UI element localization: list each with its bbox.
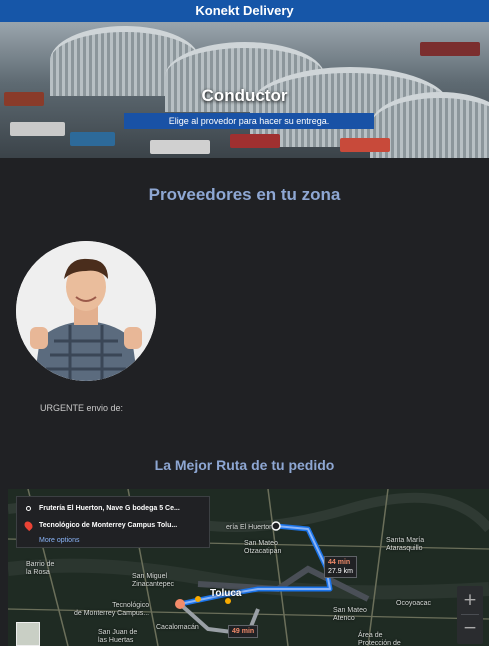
map-label-otzacatipan: San Mateo Otzacatipan xyxy=(244,540,282,555)
map-label-juan: San Juan de las Huertas xyxy=(98,629,138,644)
map-label-cacalomacan: Cacalomacán xyxy=(156,624,199,631)
hero-banner: Conductor Elige al provedor para hacer s… xyxy=(0,22,489,158)
urgent-label: URGENTE envio de: xyxy=(40,403,124,413)
eta-primary-time: 44 min xyxy=(328,559,351,566)
map-label-area: Área de Protección de xyxy=(358,632,401,646)
eta-primary[interactable]: 44 min 27.9 km xyxy=(324,556,357,578)
eta-secondary[interactable]: 49 min xyxy=(228,625,259,638)
map-label-barrio: Barrio de la Rosa xyxy=(26,561,55,576)
hero-subtitle: Elige al provedor para hacer su entrega. xyxy=(124,113,374,129)
truck xyxy=(420,42,480,56)
map-label-ocoyoacac: Ocoyoacac xyxy=(396,600,432,607)
destination-pin-icon xyxy=(22,519,35,532)
map-layer-thumbnail[interactable] xyxy=(16,622,40,646)
map-label-huerton: ería El Huerton xyxy=(226,524,274,531)
truck xyxy=(150,140,210,154)
truck xyxy=(230,134,280,148)
truck xyxy=(10,122,65,136)
truck xyxy=(340,138,390,152)
eta-primary-distance: 27.9 km xyxy=(328,568,353,575)
zoom-controls: + − xyxy=(457,586,483,644)
person-photo xyxy=(16,241,156,381)
zoom-out-button[interactable]: − xyxy=(457,615,483,643)
route-directions-box[interactable]: Frutería El Huerton, Nave G bodega 5 Ce.… xyxy=(16,496,210,548)
app-header: Konekt Delivery xyxy=(0,0,489,22)
map-label-zinacantepec: San Miguel Zinacantepec xyxy=(132,573,175,588)
route-destination[interactable]: Tecnológico de Monterrey Campus Tolu... xyxy=(39,522,177,529)
provider-avatar[interactable] xyxy=(16,241,156,381)
eta-secondary-time: 49 min xyxy=(232,628,255,635)
map-label-toluca: Toluca xyxy=(210,588,242,599)
hero-title: Conductor xyxy=(201,86,288,105)
map-label-atenco: San Mateo Atenco xyxy=(333,607,367,622)
map-label-santa-maria: Santa María Atarasquillo xyxy=(386,537,425,552)
truck xyxy=(70,132,115,146)
providers-heading: Proveedores en tu zona xyxy=(148,185,341,204)
origin-dot-icon xyxy=(26,506,31,511)
route-origin[interactable]: Frutería El Huerton, Nave G bodega 5 Ce.… xyxy=(39,505,180,512)
more-options-link[interactable]: More options xyxy=(39,537,79,544)
map-label-tec: Tecnológico de Monterrey Campus... xyxy=(74,602,150,617)
route-heading: La Mejor Ruta de tu pedido xyxy=(154,457,335,473)
zoom-in-button[interactable]: + xyxy=(457,586,483,614)
